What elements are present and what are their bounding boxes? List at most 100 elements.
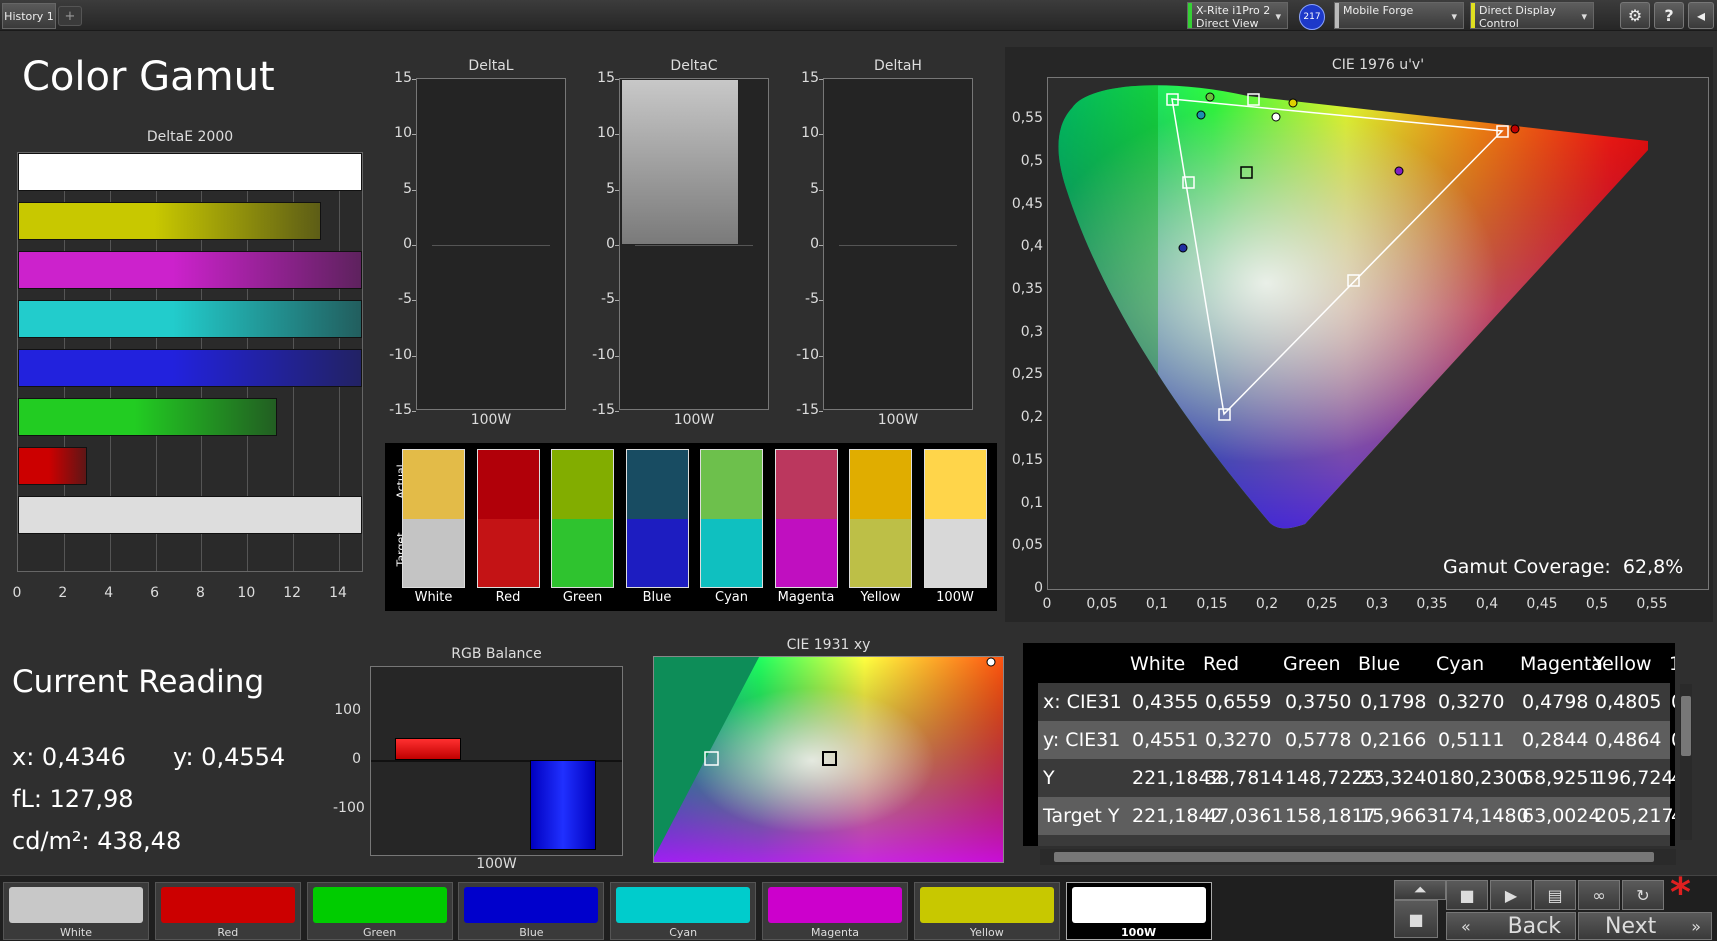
table-cell: 3,0310 <box>1205 843 1271 846</box>
deltae-bar-magenta <box>18 251 362 289</box>
reading-cdm2: cd/m²: 438,48 <box>12 827 182 855</box>
patch-button-magenta[interactable]: Magenta <box>762 882 908 940</box>
uv-xtick: 0,3 <box>1365 596 1389 612</box>
deltae-bar-blue <box>18 349 362 387</box>
table-cell: 21,1931 <box>1522 843 1601 846</box>
delta-ytick: -10 <box>796 346 819 363</box>
infinity-icon: ∞ <box>1592 885 1606 905</box>
loop-button[interactable]: ∞ <box>1578 880 1620 910</box>
deltae-xtick: 6 <box>150 585 160 601</box>
uv-ytick: 0,35 <box>1011 281 1043 297</box>
zero-line <box>432 245 550 246</box>
measurement-table: White Red Green Blue Cyan MagentaYellow 10 x: C… <box>1023 643 1675 846</box>
swatch-target <box>775 518 837 587</box>
patch-label: Yellow <box>969 926 1004 939</box>
add-tab-button[interactable]: + <box>58 6 82 26</box>
gear-icon: ⚙ <box>1627 6 1643 25</box>
cie-uv-diagram <box>1058 85 1648 529</box>
scrollbar-thumb[interactable] <box>1054 852 1654 862</box>
stop-measure-button[interactable]: ■ <box>1446 880 1488 910</box>
table-cell: 0,4805 <box>1595 691 1662 713</box>
collapse-button[interactable]: ◂ <box>1688 2 1714 29</box>
patch-button-100w[interactable]: 100W <box>1065 882 1212 940</box>
patch-color <box>312 887 447 923</box>
swatch-100w <box>923 449 987 588</box>
ytick-mark <box>615 134 619 136</box>
delta-ytick: 10 <box>801 125 819 142</box>
help-button[interactable]: ? <box>1654 2 1684 29</box>
delta-ytick: -10 <box>389 346 412 363</box>
delta-ytick: 0 <box>810 235 819 252</box>
swatch-target <box>626 518 688 587</box>
save-button[interactable]: ▤ <box>1534 880 1576 910</box>
table-vertical-scrollbar[interactable] <box>1680 684 1692 840</box>
zero-line <box>635 245 753 246</box>
patch-button-green[interactable]: Green <box>306 882 453 940</box>
up-arrow-icon: ⏶ <box>1413 880 1427 899</box>
delta-chart-deltal <box>416 78 566 410</box>
table-cell: 174,1480 <box>1438 805 1529 827</box>
pattern-generator-selector[interactable]: Mobile Forge ▾ <box>1334 2 1464 29</box>
stop-icon: ■ <box>1459 885 1475 905</box>
delta-chart-title: DeltaH <box>874 58 922 74</box>
table-header: Green <box>1283 653 1341 675</box>
ytick-mark <box>819 134 823 136</box>
delta-chart-title: DeltaL <box>468 58 514 74</box>
swatch-actual <box>701 450 762 519</box>
table-cell: 0,4864 <box>1595 729 1662 751</box>
back-button[interactable]: « Back <box>1446 912 1576 940</box>
delta-ytick: -5 <box>601 291 615 308</box>
patch-label: Cyan <box>669 926 698 939</box>
table-cell: 13,1576 <box>1595 843 1674 846</box>
deltae-xtick: 14 <box>329 585 347 601</box>
up-arrow-button[interactable]: ⏶ <box>1394 880 1446 900</box>
table-cell: 196,7240 <box>1595 767 1675 789</box>
ytick-mark <box>412 134 416 136</box>
meter-selector[interactable]: X-Rite i1Pro 2 Direct View ▾ <box>1187 2 1288 30</box>
uv-ytick: 0,45 <box>1011 195 1043 212</box>
patch-button-cyan[interactable]: Cyan <box>610 882 757 940</box>
next-button[interactable]: Next » <box>1578 912 1712 940</box>
patch-label: Green <box>362 926 397 939</box>
delta-ytick: -15 <box>389 401 412 418</box>
stop-button[interactable]: ■ <box>1394 900 1438 938</box>
delta-ytick: -15 <box>796 401 819 418</box>
meter-name: X-Rite i1Pro 2 <box>1196 4 1271 17</box>
uv-xtick: 0,4 <box>1475 596 1499 612</box>
patch-button-yellow[interactable]: Yellow <box>913 882 1060 940</box>
refresh-button[interactable]: ↻ <box>1622 880 1664 910</box>
deltae-xtick: 2 <box>58 585 68 601</box>
refresh-icon: ↻ <box>1636 885 1650 905</box>
table-horizontal-scrollbar[interactable] <box>1040 849 1676 865</box>
display-control-selector[interactable]: Direct Display Control ▾ <box>1470 2 1594 30</box>
tab-history-1[interactable]: History 1 <box>2 3 56 29</box>
swatch-magenta <box>774 449 838 588</box>
double-chevron-right-icon: » <box>1691 916 1701 936</box>
swatch-target <box>552 518 613 587</box>
patch-label: Red <box>217 926 239 939</box>
ytick-mark <box>819 79 823 80</box>
settings-button[interactable]: ⚙ <box>1620 2 1650 29</box>
uv-xtick: 0,25 <box>1306 596 1338 612</box>
scrollbar-thumb[interactable] <box>1681 696 1691 756</box>
asterisk-icon[interactable]: * <box>1670 870 1691 916</box>
play-button[interactable]: ▶ <box>1490 880 1532 910</box>
top-bar: History 1 + X-Rite i1Pro 2 Direct View ▾… <box>0 0 1717 31</box>
table-cell: 11,3288 <box>1285 843 1364 846</box>
table-row: ΔE 2000 26,05743,0310 11,328828,013130,177… <box>1038 835 1675 846</box>
patch-button-red[interactable]: Red <box>154 882 301 940</box>
patch-button-white[interactable]: White <box>3 882 149 940</box>
swatch-label: Blue <box>642 590 672 605</box>
patch-label: Blue <box>519 926 544 939</box>
ytick-mark <box>412 300 416 302</box>
chevron-down-icon: ▾ <box>1275 10 1281 23</box>
table-cell: 0,3270 <box>1438 691 1505 713</box>
delta-ytick: -10 <box>592 346 615 363</box>
swatch-target <box>924 518 986 587</box>
table-header: White <box>1130 653 1186 675</box>
patch-button-blue[interactable]: Blue <box>458 882 605 940</box>
swatch-target <box>477 518 539 587</box>
uv-xtick: 0,35 <box>1416 596 1448 612</box>
patch-color <box>1071 887 1206 923</box>
swatch-label: Magenta <box>777 590 835 605</box>
